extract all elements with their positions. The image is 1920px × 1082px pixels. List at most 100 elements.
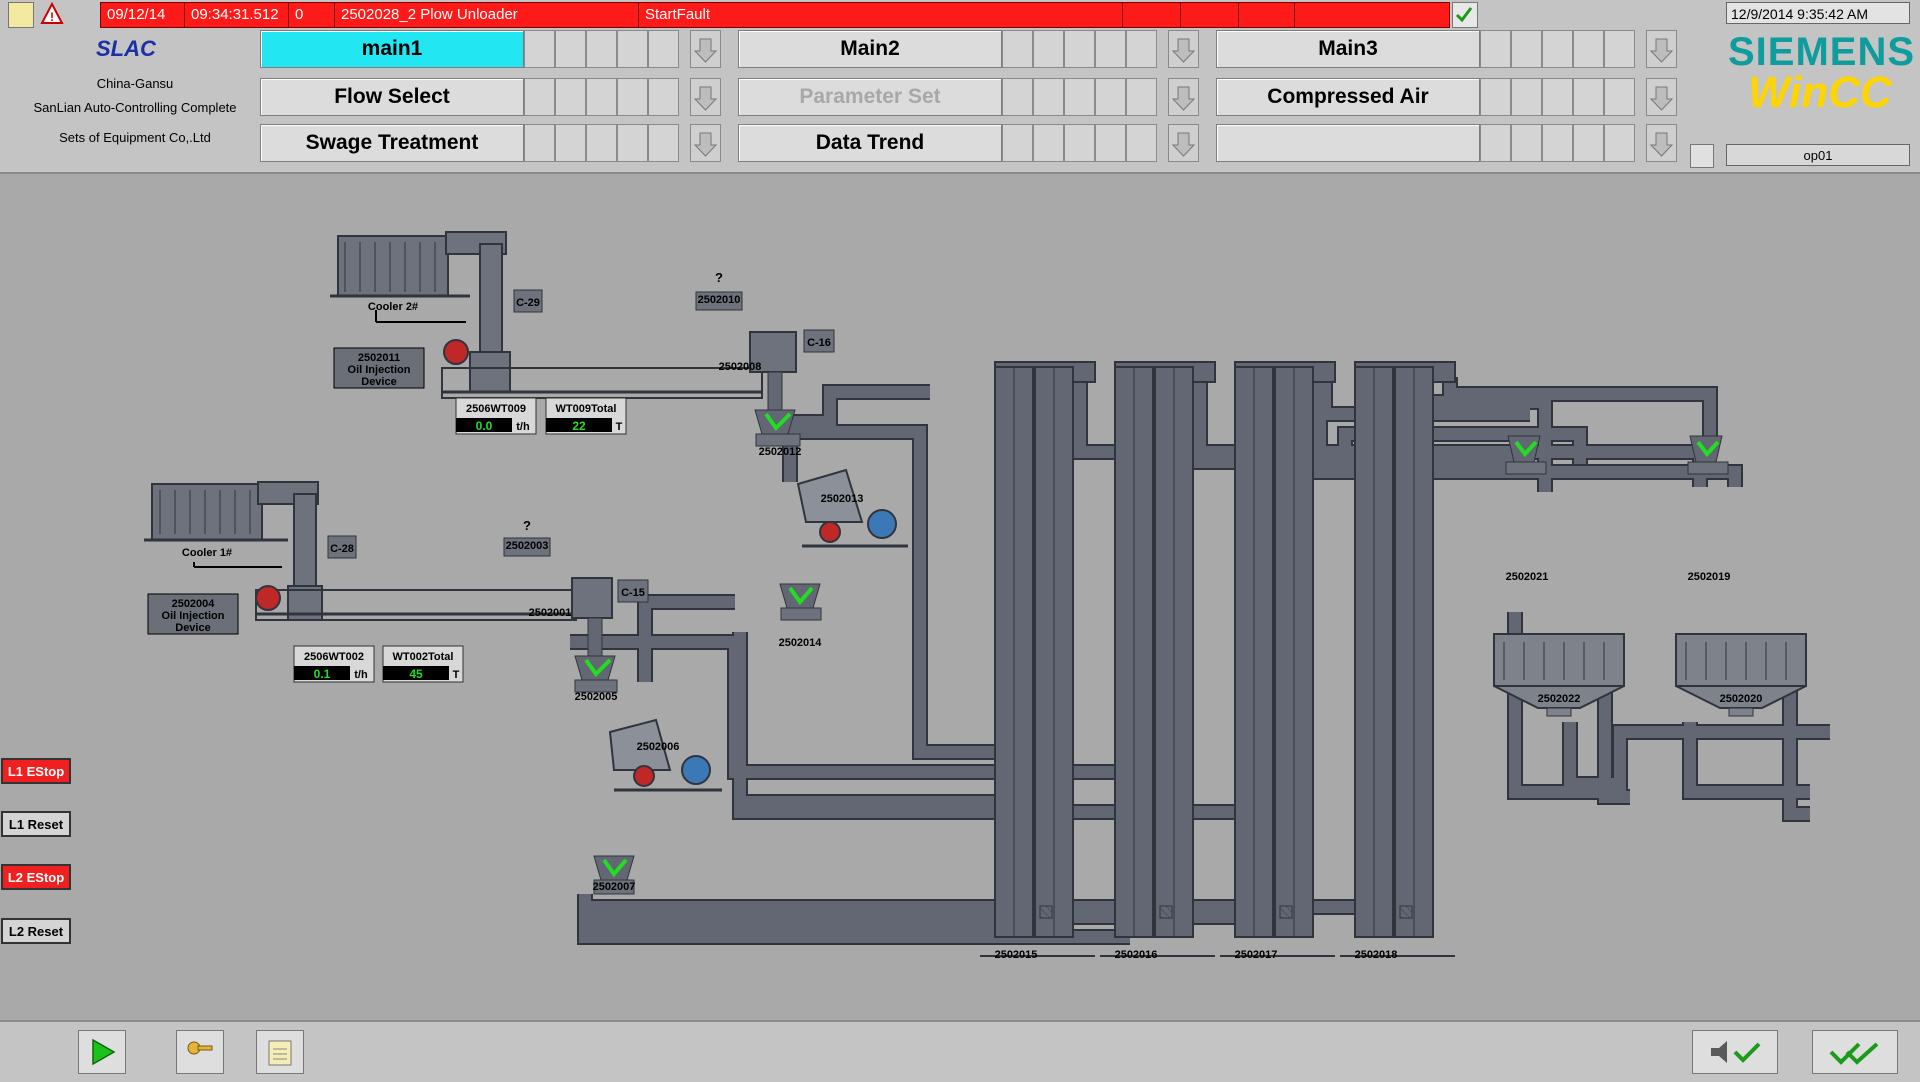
label-2502005: 2502005: [575, 691, 618, 703]
crusher-2502006[interactable]: [608, 718, 722, 792]
acknowledge-icon[interactable]: [1452, 2, 1478, 28]
label-2502003: 2502003: [506, 540, 549, 552]
screen-icon[interactable]: [1690, 144, 1714, 168]
acknowledge-all-button[interactable]: [1812, 1030, 1898, 1074]
footer-toolbar: [0, 1020, 1920, 1082]
key-button[interactable]: [176, 1030, 224, 1074]
nav-slot: [648, 30, 679, 68]
nav-slot: [617, 30, 648, 68]
nav-slot: [555, 78, 586, 116]
label-2502001: 2502001: [529, 607, 572, 619]
horn-icon: [1711, 1041, 1761, 1063]
alarm-time: 09:34:31.512: [185, 3, 289, 27]
nav-slot: [586, 30, 617, 68]
nav-down-arrow-icon[interactable]: [1646, 30, 1677, 68]
nav-slot: [1573, 78, 1604, 116]
nav-down-arrow-icon[interactable]: [690, 124, 721, 162]
nav-slot: [586, 124, 617, 162]
nav-slot: [1002, 78, 1033, 116]
label-2502007: 2502007: [593, 881, 636, 893]
alarm-cell: [1295, 3, 1445, 27]
oil-2-line2: Device: [361, 376, 396, 388]
nav-down-arrow-icon[interactable]: [1646, 124, 1677, 162]
svg-text:!: !: [50, 10, 54, 24]
header-bar: ! 09/12/14 09:34:31.512 0 2502028_2 Plow…: [0, 0, 1920, 174]
parameter-set-button[interactable]: Parameter Set: [738, 78, 1002, 116]
nav-slot: [1604, 124, 1635, 162]
key-icon: [187, 1041, 213, 1055]
crusher-2502013[interactable]: [796, 468, 908, 548]
nav-slot: [1480, 78, 1511, 116]
nav-slot: [1480, 124, 1511, 162]
process-diagram: Cooler 2# 2502011 Oil Injection Device C…: [144, 231, 1830, 961]
station-name: op01: [1726, 144, 1910, 166]
label-2502020: 2502020: [1720, 693, 1763, 705]
oil-2-id: 2502011: [358, 352, 400, 364]
nav-slot: [1604, 30, 1635, 68]
empty-nav-button[interactable]: [1216, 124, 1480, 162]
l1-estop-button[interactable]: L1 EStop: [1, 758, 71, 784]
nav-slot: [1480, 30, 1511, 68]
label-2502010: 2502010: [698, 294, 741, 306]
nav-slot: [1033, 124, 1064, 162]
nav-slot: [555, 30, 586, 68]
data-trend-button[interactable]: Data Trend: [738, 124, 1002, 162]
notepad-icon[interactable]: [8, 2, 34, 28]
nav-down-arrow-icon[interactable]: [690, 78, 721, 116]
alarm-ack-cell: [1123, 3, 1181, 27]
nav-slot: [1126, 124, 1157, 162]
nav-slot: [586, 78, 617, 116]
tab-main1[interactable]: main1: [260, 30, 524, 68]
l1-reset-button[interactable]: L1 Reset: [1, 811, 71, 837]
nav-down-arrow-icon[interactable]: [1646, 78, 1677, 116]
nav-down-arrow-icon[interactable]: [690, 30, 721, 68]
play-button[interactable]: [78, 1030, 126, 1074]
c16-label: C-16: [807, 337, 831, 349]
l2-estop-button[interactable]: L2 EStop: [1, 864, 71, 890]
wt002t-label: WT002Total: [393, 651, 454, 663]
nav-slot: [524, 124, 555, 162]
alarm-warning-icon[interactable]: !: [40, 1, 64, 26]
compressed-air-button[interactable]: Compressed Air: [1216, 78, 1480, 116]
nav-down-arrow-icon[interactable]: [1168, 30, 1199, 68]
nav-slot: [1573, 30, 1604, 68]
nav-slot: [1542, 30, 1573, 68]
wt002-unit: t/h: [354, 669, 368, 681]
nav-slot: [1064, 124, 1095, 162]
nav-slot: [1064, 78, 1095, 116]
tab-main2[interactable]: Main2: [738, 30, 1002, 68]
label-2502014: 2502014: [779, 637, 823, 649]
tab-main3[interactable]: Main3: [1216, 30, 1480, 68]
nav-down-arrow-icon[interactable]: [1168, 78, 1199, 116]
wt009t-value: 22: [572, 419, 586, 433]
oil-1-line2: Device: [175, 622, 210, 634]
nav-slot: [1511, 124, 1542, 162]
diverter-2502014[interactable]: [779, 583, 822, 621]
c28-label: C-28: [330, 543, 354, 555]
alarm-message-bar[interactable]: 09/12/14 09:34:31.512 0 2502028_2 Plow U…: [100, 2, 1450, 28]
l2-reset-button[interactable]: L2 Reset: [1, 918, 71, 944]
nav-slot: [524, 78, 555, 116]
nav-slot: [648, 124, 679, 162]
diverter-2502005[interactable]: [574, 617, 618, 693]
nav-slot: [1604, 78, 1635, 116]
swage-treatment-button[interactable]: Swage Treatment: [260, 124, 524, 162]
flow-select-button[interactable]: Flow Select: [260, 78, 524, 116]
nav-slot: [524, 30, 555, 68]
nav-slot: [1002, 124, 1033, 162]
wt009t-label: WT009Total: [556, 403, 617, 415]
horn-acknowledge-button[interactable]: [1692, 1030, 1778, 1074]
alarm-event: StartFault: [639, 3, 1123, 27]
diverter-2502019[interactable]: [1687, 435, 1729, 475]
ducts-lower-fill: [570, 377, 1830, 943]
play-icon: [92, 1038, 116, 1066]
alarm-cell: [1239, 3, 1295, 27]
wt002t-value: 45: [409, 667, 423, 681]
nav-down-arrow-icon[interactable]: [1168, 124, 1199, 162]
company-line-3: Sets of Equipment Co,.Ltd: [59, 130, 211, 145]
label-2502008: 2502008: [719, 361, 762, 373]
wt009-value: 0.0: [476, 419, 493, 433]
wt002t-unit: T: [453, 669, 460, 681]
report-button[interactable]: [256, 1030, 304, 1074]
nav-slot: [1095, 78, 1126, 116]
